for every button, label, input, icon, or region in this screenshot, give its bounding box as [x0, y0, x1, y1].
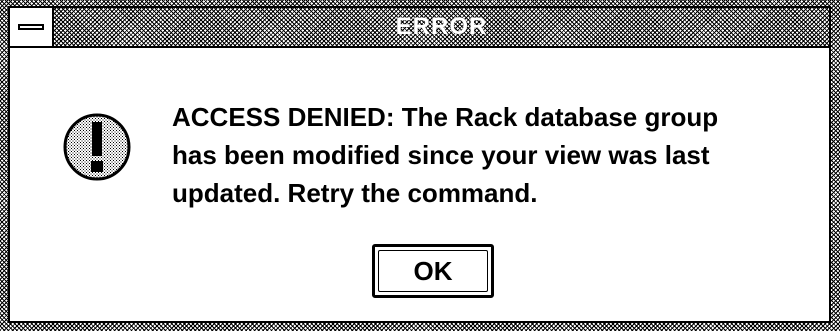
dialog-title: ERROR [54, 8, 829, 46]
error-dialog: ERROR ACCESS DENIED: The Rack database g… [8, 6, 831, 323]
exclamation-icon [63, 113, 131, 181]
error-dialog-window: ERROR ACCESS DENIED: The Rack database g… [0, 0, 840, 331]
system-menu-icon [18, 24, 44, 30]
title-bar[interactable]: ERROR [10, 8, 829, 48]
ok-button[interactable]: OK [372, 244, 494, 298]
system-menu-button[interactable] [10, 8, 54, 46]
dialog-title-label: ERROR [395, 13, 488, 40]
error-message: ACCESS DENIED: The Rack database group h… [172, 102, 719, 208]
